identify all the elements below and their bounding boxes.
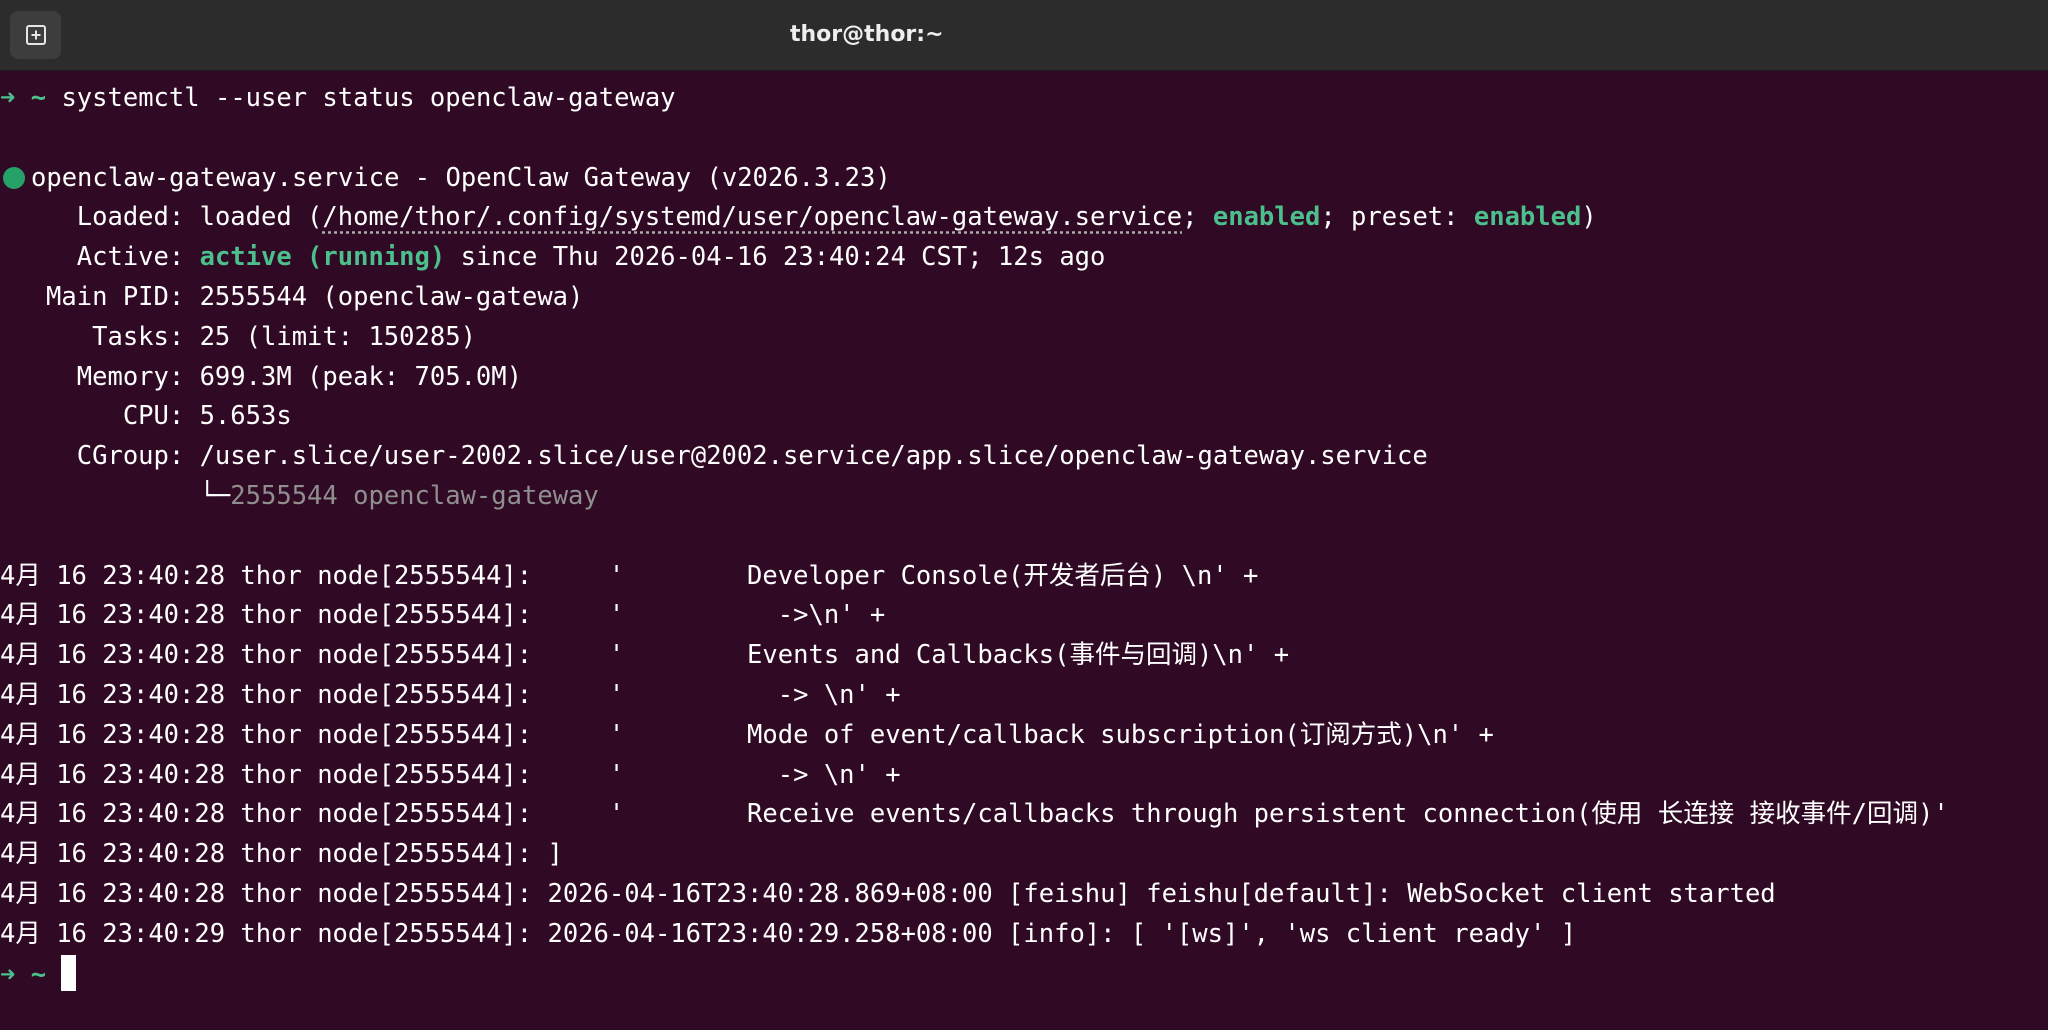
- log-line: 4月 16 23:40:28 thor node[2555544]: ' -> …: [0, 759, 901, 790]
- log-line: 4月 16 23:40:28 thor node[2555544]: ]: [0, 839, 563, 870]
- loaded-suffix: ): [1581, 202, 1597, 233]
- main-pid-line: Main PID: 2555544 (openclaw-gatewa): [0, 281, 584, 312]
- command-text: systemctl --user status openclaw-gateway: [61, 83, 676, 113]
- text-cursor: [61, 954, 77, 991]
- window-title: thor@thor:~: [790, 22, 944, 47]
- loaded-label: Loaded:: [0, 202, 200, 233]
- active-label: Active:: [0, 242, 200, 273]
- tree-branch: └─: [0, 480, 231, 511]
- status-dot-icon: [3, 166, 25, 189]
- log-line: 4月 16 23:40:28 thor node[2555544]: ' -> …: [0, 679, 901, 710]
- log-line: 4月 16 23:40:28 thor node[2555544]: ' Rec…: [0, 799, 1949, 830]
- unit-file-link[interactable]: /home/thor/.config/systemd/user/openclaw…: [322, 202, 1182, 232]
- cgroup-line: CGroup: /user.slice/user-2002.slice/user…: [0, 441, 1428, 472]
- loaded-sep: ;: [1182, 202, 1213, 233]
- command-line: ➜ ~ systemctl --user status openclaw-gat…: [0, 79, 2048, 119]
- title-bar: thor@thor:~: [0, 0, 2048, 71]
- active-line: Active: active (running) since Thu 2026-…: [0, 238, 2048, 278]
- log-line: 4月 16 23:40:28 thor node[2555544]: ' Eve…: [0, 640, 1290, 671]
- prompt-arrow-icon: ➜: [0, 83, 16, 113]
- prompt-arrow-icon: ➜: [0, 959, 16, 990]
- enabled-state: enabled: [1212, 202, 1321, 233]
- service-header: openclaw-gateway.service - OpenClaw Gate…: [0, 159, 2048, 199]
- log-line: 4月 16 23:40:28 thor node[2555544]: ' Mod…: [0, 719, 1494, 750]
- terminal-content[interactable]: ➜ ~ systemctl --user status openclaw-gat…: [0, 79, 2048, 1019]
- cgroup-process: 2555544 openclaw-gateway: [230, 480, 599, 511]
- prompt-line[interactable]: ➜ ~: [0, 954, 2048, 995]
- loaded-prefix: loaded (: [199, 202, 323, 233]
- active-since: since Thu 2026-04-16 23:40:24 CST; 12s a…: [445, 242, 1106, 273]
- cpu-line: CPU: 5.653s: [0, 401, 292, 432]
- log-line: 4月 16 23:40:28 thor node[2555544]: ' Dev…: [0, 560, 1259, 591]
- preset-state: enabled: [1473, 202, 1582, 233]
- log-line: 4月 16 23:40:28 thor node[2555544]: ' ->\…: [0, 600, 886, 631]
- cgroup-tree-line: └─2555544 openclaw-gateway: [0, 477, 2048, 517]
- terminal-window: thor@thor:~ ➜ ~ systemctl --user status …: [0, 0, 2048, 1030]
- memory-line: Memory: 699.3M (peak: 705.0M): [0, 361, 522, 392]
- log-line: 4月 16 23:40:28 thor node[2555544]: 2026-…: [0, 878, 1776, 909]
- log-line: 4月 16 23:40:29 thor node[2555544]: 2026-…: [0, 918, 1577, 949]
- service-header-text: openclaw-gateway.service - OpenClaw Gate…: [31, 162, 891, 193]
- prompt-cwd: ~: [30, 83, 47, 113]
- loaded-line: Loaded: loaded (/home/thor/.config/syste…: [0, 198, 2048, 238]
- tasks-line: Tasks: 25 (limit: 150285): [0, 321, 476, 352]
- preset-label: ; preset:: [1320, 202, 1474, 233]
- active-state: active (running): [199, 242, 446, 273]
- prompt-cwd: ~: [30, 959, 47, 990]
